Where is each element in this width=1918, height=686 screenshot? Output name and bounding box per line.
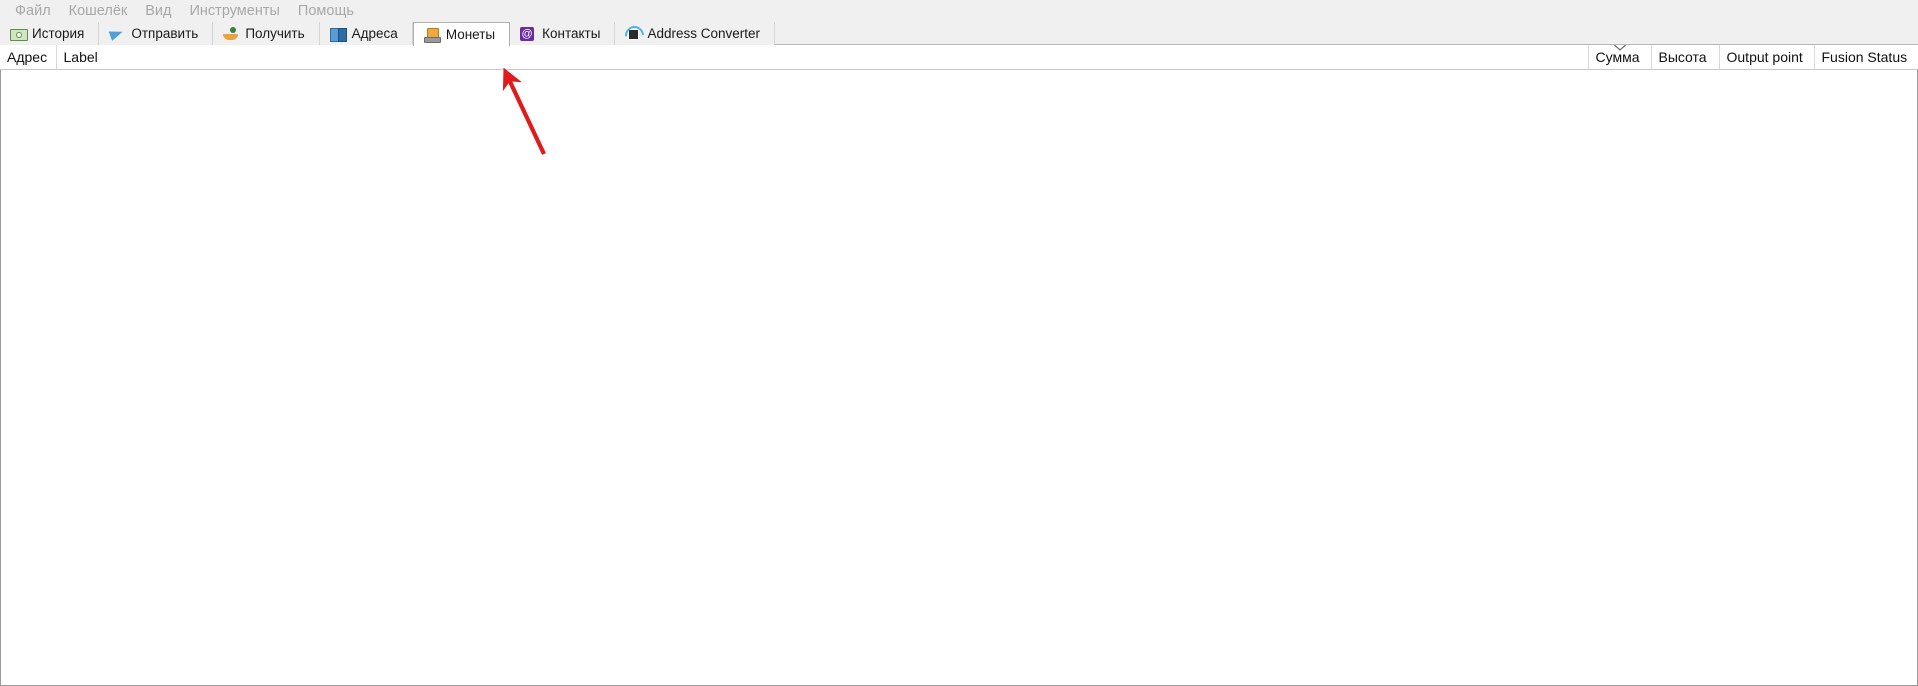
- paper-plane-icon: [109, 26, 125, 42]
- tab-address-converter[interactable]: Address Converter: [615, 22, 775, 45]
- menu-item-view[interactable]: Вид: [136, 0, 180, 22]
- tab-label-receive: Получить: [245, 25, 305, 41]
- tab-send[interactable]: Отправить: [99, 22, 214, 45]
- tab-label-history: История: [32, 25, 85, 41]
- column-header-output-point[interactable]: Output point: [1719, 45, 1815, 70]
- at-sign-icon: [520, 26, 536, 42]
- coins-table: Адрес Label Сумма Высота Output point Fu…: [0, 45, 1918, 70]
- menu-bar: Файл Кошелёк Вид Инструменты Помощь: [0, 0, 1918, 22]
- hand-coin-icon: [223, 26, 239, 42]
- tab-label-contacts: Контакты: [542, 25, 601, 41]
- menu-item-help[interactable]: Помощь: [289, 0, 363, 22]
- application-window: Файл Кошелёк Вид Инструменты Помощь Исто…: [0, 0, 1918, 686]
- coins-table-header-row: Адрес Label Сумма Высота Output point Fu…: [0, 45, 1918, 70]
- coin-stack-icon: [423, 27, 441, 43]
- column-header-amount[interactable]: Сумма: [1588, 45, 1652, 70]
- tab-contacts[interactable]: Контакты: [510, 22, 616, 45]
- tab-label-address-converter: Address Converter: [647, 25, 760, 41]
- tab-label-coins: Монеты: [445, 26, 496, 42]
- convert-arrows-icon: [625, 26, 641, 42]
- tab-receive[interactable]: Получить: [213, 22, 320, 45]
- menu-item-wallet[interactable]: Кошелёк: [60, 0, 137, 22]
- coins-table-header: Адрес Label Сумма Высота Output point Fu…: [0, 45, 1918, 70]
- column-header-amount-label: Сумма: [1595, 48, 1640, 65]
- column-header-address[interactable]: Адрес: [0, 45, 57, 70]
- banknote-icon: [10, 26, 28, 42]
- tab-addresses[interactable]: Адреса: [319, 22, 413, 45]
- tab-label-send: Отправить: [131, 25, 199, 41]
- tab-label-addresses: Адреса: [351, 25, 398, 41]
- coins-table-empty-area[interactable]: [0, 69, 1918, 686]
- menu-item-tools[interactable]: Инструменты: [181, 0, 289, 22]
- column-header-height[interactable]: Высота: [1651, 45, 1720, 70]
- tab-history[interactable]: История: [0, 22, 100, 45]
- column-header-fusion-status[interactable]: Fusion Status: [1814, 45, 1918, 70]
- menu-item-file[interactable]: Файл: [6, 0, 60, 22]
- tab-bar: История Отправить Получить Адреса Монеты…: [0, 22, 1918, 46]
- tab-coins[interactable]: Монеты: [412, 22, 511, 46]
- address-book-icon: [329, 26, 347, 42]
- coins-panel: Адрес Label Сумма Высота Output point Fu…: [0, 45, 1918, 686]
- column-header-label[interactable]: Label: [56, 45, 1589, 70]
